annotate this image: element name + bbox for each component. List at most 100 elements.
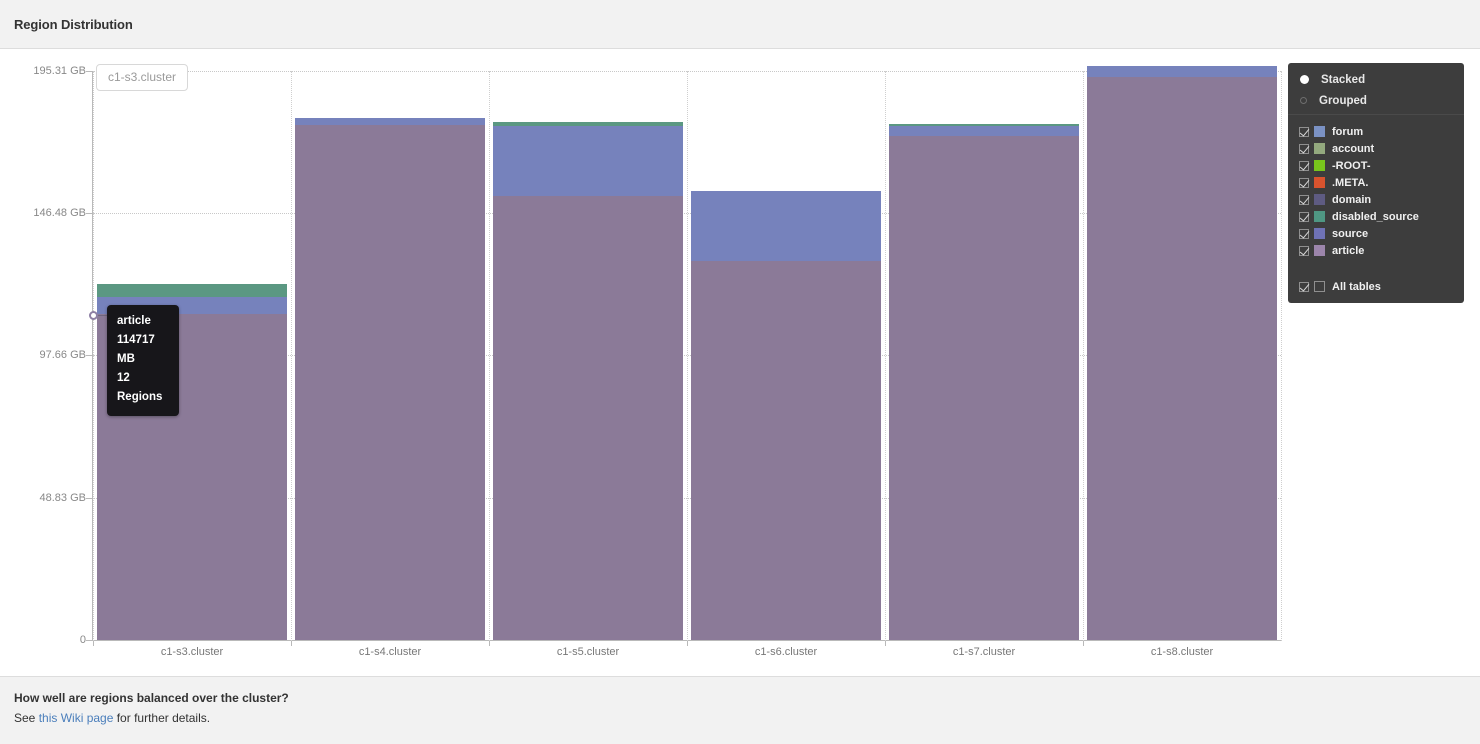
color-swatch xyxy=(1314,211,1325,222)
legend-item-label: forum xyxy=(1332,125,1364,138)
footer-question: How well are regions balanced over the c… xyxy=(14,691,289,705)
bar-group[interactable] xyxy=(295,71,485,640)
checkbox-icon[interactable] xyxy=(1299,126,1309,137)
bar-segment-source[interactable] xyxy=(295,118,485,126)
legend-mode-grouped[interactable]: Grouped xyxy=(1288,90,1464,111)
y-tick: 97.66 GB xyxy=(0,349,92,361)
legend-item-label: source xyxy=(1332,227,1369,240)
legend-mode-stacked[interactable]: Stacked xyxy=(1288,69,1464,90)
tooltip-series-name: article xyxy=(117,315,151,327)
y-tick: 195.31 GB xyxy=(0,65,92,77)
y-tick-mark xyxy=(86,213,92,215)
legend-panel[interactable]: Stacked Grouped forum account -ROOT- .META. d… xyxy=(1288,63,1464,303)
y-tick: 146.48 GB xyxy=(0,207,92,219)
checkbox-icon[interactable] xyxy=(1299,143,1309,154)
hover-category-label: c1-s3.cluster xyxy=(96,64,189,91)
tooltip-size: 114717 MB xyxy=(117,334,155,365)
footer-subtext: See this Wiki page for further details. xyxy=(14,711,210,725)
chart-canvas[interactable]: 195.31 GB 146.48 GB 97.66 GB 48.83 GB 0 c1-s… xyxy=(0,50,1480,675)
bar-segment-source[interactable] xyxy=(493,126,683,196)
checkbox-icon[interactable] xyxy=(1299,194,1309,205)
y-tick: 48.83 GB xyxy=(0,492,92,504)
legend-item-disabled_source[interactable]: disabled_source xyxy=(1288,208,1464,225)
legend-item-domain[interactable]: domain xyxy=(1288,191,1464,208)
color-swatch xyxy=(1314,228,1325,239)
legend-mode-group[interactable]: Stacked Grouped xyxy=(1288,69,1464,111)
y-tick-label: 195.31 GB xyxy=(33,65,86,77)
radio-icon[interactable] xyxy=(1300,75,1309,84)
region-distribution-panel: Region Distribution 195.31 GB 146.48 GB 97… xyxy=(0,0,1480,744)
legend-item-account[interactable]: account xyxy=(1288,140,1464,157)
panel-header: Region Distribution xyxy=(0,0,1480,49)
tooltip-regions: 12 Regions xyxy=(117,372,163,403)
checkbox-icon[interactable] xyxy=(1299,211,1309,222)
footer-see-suffix: for further details. xyxy=(113,711,211,725)
bar-segment-article[interactable] xyxy=(691,261,881,640)
radio-icon[interactable] xyxy=(1300,97,1307,104)
bar-segment-disabled_source[interactable] xyxy=(493,122,683,127)
checkbox-icon[interactable] xyxy=(1299,160,1309,171)
wiki-page-link[interactable]: this Wiki page xyxy=(39,711,114,725)
color-swatch xyxy=(1314,143,1325,154)
x-tick-label: c1-s6.cluster xyxy=(754,646,818,658)
checkbox-icon[interactable] xyxy=(1299,245,1309,256)
bar-segment-article[interactable] xyxy=(493,195,683,640)
bar-group[interactable] xyxy=(691,71,881,640)
vertical-gridline xyxy=(291,71,292,641)
legend-item-label: domain xyxy=(1332,193,1372,206)
color-swatch xyxy=(1314,126,1325,137)
legend-mode-label: Grouped xyxy=(1319,94,1367,107)
series-tooltip: article 114717 MB 12 Regions xyxy=(107,305,179,416)
x-tick-label: c1-s3.cluster xyxy=(160,646,224,658)
legend-series-list[interactable]: forum account -ROOT- .META. domain disabled_s… xyxy=(1288,123,1464,259)
color-swatch xyxy=(1314,194,1325,205)
checkbox-icon[interactable] xyxy=(1299,281,1309,292)
color-swatch xyxy=(1314,160,1325,171)
bar-segment-disabled_source[interactable] xyxy=(97,283,287,297)
bar-segment-disabled_source[interactable] xyxy=(889,124,1079,127)
y-tick: 0 xyxy=(0,634,92,646)
legend-item-root[interactable]: -ROOT- xyxy=(1288,157,1464,174)
bar-segment-source[interactable] xyxy=(1087,66,1277,77)
legend-item-label: .META. xyxy=(1332,176,1369,189)
checkbox-icon[interactable] xyxy=(1299,228,1309,239)
color-swatch xyxy=(1314,281,1325,292)
vertical-gridline xyxy=(1083,71,1084,641)
x-tick-label: c1-s7.cluster xyxy=(952,646,1016,658)
color-swatch xyxy=(1314,177,1325,188)
bar-segment-article[interactable] xyxy=(1087,76,1277,640)
legend-item-label: disabled_source xyxy=(1332,210,1419,223)
y-tick-label: 97.66 GB xyxy=(39,349,86,362)
hover-marker-dot xyxy=(89,311,98,320)
y-tick-label: 146.48 GB xyxy=(33,207,86,220)
legend-item-source[interactable]: source xyxy=(1288,225,1464,242)
vertical-gridline xyxy=(885,71,886,641)
legend-item-forum[interactable]: forum xyxy=(1288,123,1464,140)
color-swatch xyxy=(1314,245,1325,256)
y-tick-mark xyxy=(86,497,92,499)
checkbox-icon[interactable] xyxy=(1299,177,1309,188)
legend-item-article[interactable]: article xyxy=(1288,242,1464,259)
legend-all-tables-row[interactable]: All tables xyxy=(1288,278,1464,295)
x-tick-label: c1-s4.cluster xyxy=(358,646,422,658)
y-tick-mark xyxy=(86,71,92,72)
bar-segment-article[interactable] xyxy=(295,125,485,640)
legend-item-label: article xyxy=(1332,244,1365,257)
footer-see-prefix: See xyxy=(14,711,39,725)
x-tick-label: c1-s8.cluster xyxy=(1150,646,1214,658)
bar-group[interactable] xyxy=(889,71,1079,640)
bar-segment-article[interactable] xyxy=(889,136,1079,640)
legend-item-all-tables[interactable]: All tables xyxy=(1288,278,1464,295)
legend-item-meta[interactable]: .META. xyxy=(1288,174,1464,191)
vertical-gridline xyxy=(93,71,94,641)
legend-item-label: account xyxy=(1332,142,1375,155)
legend-item-label: All tables xyxy=(1332,280,1381,293)
bar-segment-source[interactable] xyxy=(691,191,881,262)
x-tick-label: c1-s5.cluster xyxy=(556,646,620,658)
bar-group[interactable] xyxy=(1087,66,1277,640)
y-tick-label: 48.83 GB xyxy=(39,491,86,504)
bar-group[interactable] xyxy=(493,71,683,640)
y-tick-mark xyxy=(86,640,92,641)
y-tick-mark xyxy=(86,355,92,357)
bar-segment-source[interactable] xyxy=(889,126,1079,137)
